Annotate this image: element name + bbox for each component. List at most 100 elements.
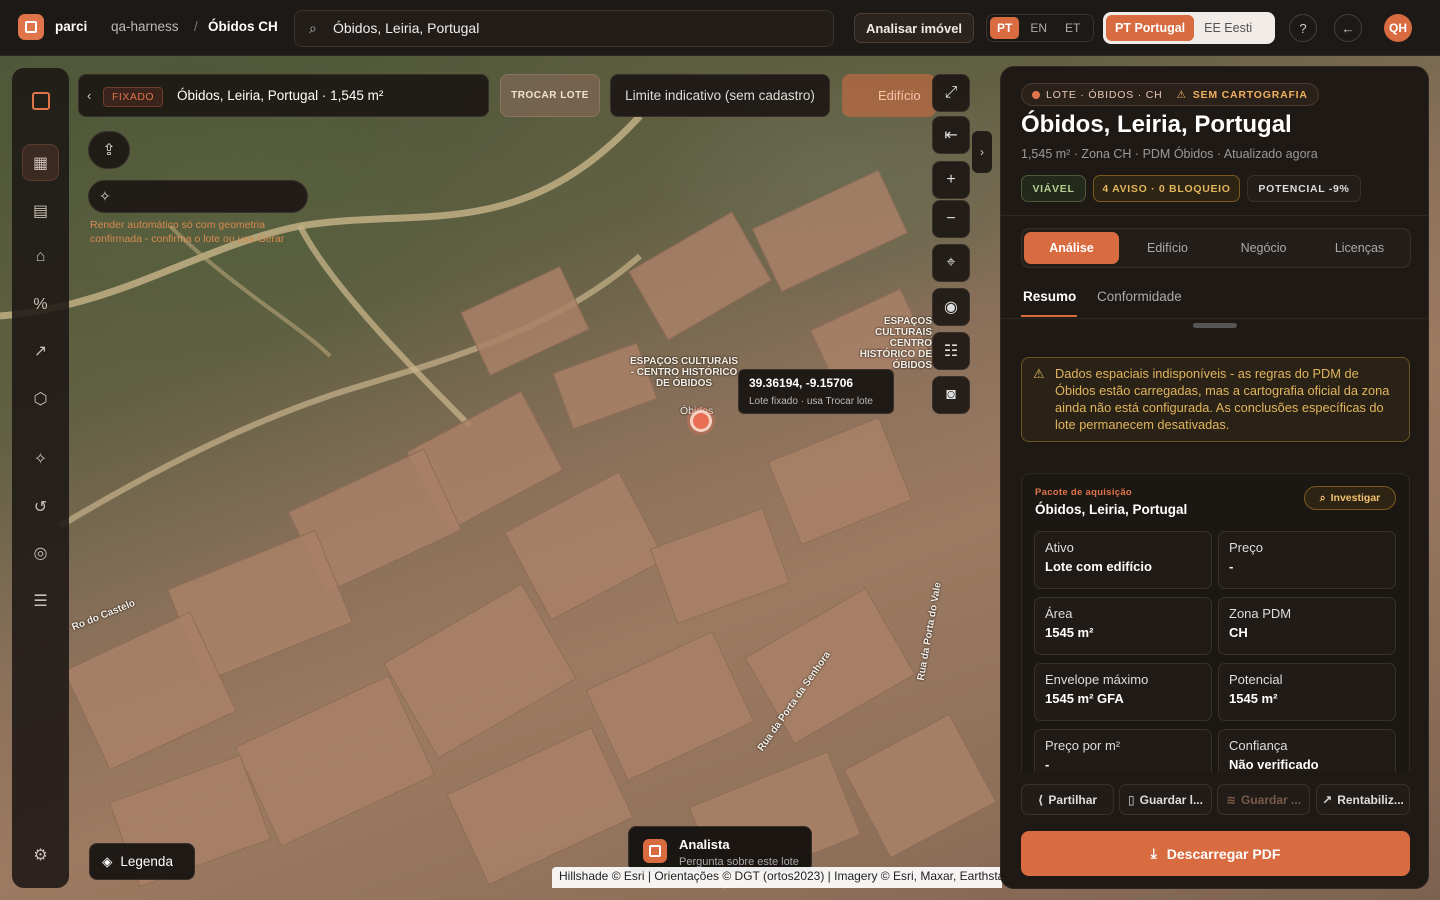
potential-chip: POTENCIAL -9% [1247,175,1361,202]
lot-marker[interactable] [690,410,712,432]
download-pdf-button[interactable]: ⤓ Descarregar PDF [1021,831,1410,876]
cell-ativo: Ativo Lote com edifício [1034,531,1212,589]
panel-title: Óbidos, Leiria, Portugal [1021,111,1292,138]
expand-panel-icon[interactable]: › [972,131,992,173]
investigate-button[interactable]: ⌕ Investigar [1304,486,1396,510]
region-portugal[interactable]: PT Portugal [1106,15,1195,41]
app-home-icon[interactable] [22,82,59,119]
pinned-lot-title: Óbidos, Leiria, Portugal · 1,545 m² [177,88,384,103]
status-dot-icon [1032,90,1040,99]
lot-badge: LOTE · ÓBIDOS · CH ⚠ SEM CARTOGRAFIA [1021,83,1319,106]
analytics-icon[interactable]: ▤ [22,192,59,229]
acquisition-package: Pacote de aquisição Óbidos, Leiria, Port… [1021,473,1410,793]
viable-chip: VIÁVEL [1021,175,1086,202]
search-icon: ⌕ [309,20,317,36]
auto-render-input[interactable]: ✧ [88,180,308,213]
compass-north-icon[interactable]: ◉ [932,288,970,326]
share-button[interactable]: ⟨ Partilhar [1021,784,1114,815]
share-icon: ⟨ [1037,792,1044,807]
building-button[interactable]: Edifício [842,74,936,117]
magic-wand-small-icon: ✧ [99,188,111,204]
cell-preco: Preço - [1218,531,1396,589]
warning-icon: ⚠ [1033,366,1045,381]
tab-negocio[interactable]: Negócio [1216,232,1311,264]
map-label-espacos-culturais: ESPAÇOS CULTURAIS - CENTRO HISTÓRICO DE … [630,356,738,389]
magic-wand-icon[interactable]: ✧ [22,440,59,477]
top-bar: parci qa-harness / Óbidos CH ⌕ Óbidos, L… [0,0,1440,56]
lang-pt[interactable]: PT [990,17,1020,39]
coordinates-tooltip: 39.36194, -9.15706 Lote fixado · usa Tro… [738,369,894,414]
screenshot-icon[interactable]: ◙ [932,376,970,414]
fullscreen-icon[interactable]: ⤢ [932,74,970,112]
settings-icon[interactable]: ⚙ [22,836,59,873]
cell-zona-pdm: Zona PDM CH [1218,597,1396,655]
warnings-chip[interactable]: 4 AVISO · 0 BLOQUEIO [1093,175,1240,202]
spatial-data-warning: ⚠ Dados espaciais indisponíveis - as reg… [1021,357,1410,442]
compass-icon[interactable]: ◎ [22,534,59,571]
language-switcher: PT EN ET [986,14,1094,42]
cube-icon[interactable]: ⬡ [22,380,59,417]
change-lot-button[interactable]: TROCAR LOTE [500,74,600,117]
avatar[interactable]: QH [1384,14,1412,42]
cell-potencial: Potencial 1545 m² [1218,663,1396,721]
region-eesti[interactable]: EE Eesti [1194,21,1262,35]
breadcrumb-project[interactable]: Óbidos CH [208,19,278,34]
download-icon: ⤓ [1150,845,1157,861]
ledger-icon[interactable]: ☰ [22,582,59,619]
save-lot-button[interactable]: ▯ Guardar l... [1119,784,1212,815]
search-input[interactable]: ⌕ Óbidos, Leiria, Portugal [294,10,834,47]
store-icon[interactable]: ⌂ [22,238,59,275]
download-pdf-label: Descarregar PDF [1166,845,1281,862]
subtab-resumo[interactable]: Resumo [1023,289,1076,304]
tab-edificio[interactable]: Edifício [1120,232,1215,264]
analyze-property-button[interactable]: Analisar imóvel [854,13,974,43]
subtab-conformidade[interactable]: Conformidade [1097,289,1182,304]
drag-handle[interactable] [1193,323,1237,328]
tab-licencas[interactable]: Licenças [1312,232,1407,264]
analyst-chat-button[interactable]: Analista Pergunta sobre este lote [628,826,812,872]
zoom-out-icon[interactable]: − [932,200,970,238]
zoom-in-icon[interactable]: + [932,161,970,199]
map-icon[interactable]: ▦ [22,144,59,181]
chevron-left-icon[interactable]: ‹ [87,88,91,103]
profitability-button[interactable]: ↗ Rentabiliz... [1316,784,1410,815]
indicative-limit-label[interactable]: Limite indicativo (sem cadastro) [610,74,830,117]
back-icon[interactable]: ← [1334,14,1362,42]
panel-subtitle: 1,545 m² · Zona CH · PDM Óbidos · Atuali… [1021,147,1318,161]
brand-name: parci [55,19,88,34]
analyst-icon [643,839,667,863]
package-label: Pacote de aquisição [1035,487,1133,498]
bookmark-icon: ▯ [1128,792,1135,807]
trend-small-icon: ↗ [1322,792,1333,807]
breadcrumb-separator: / [194,19,198,34]
main-tabs: Análise Edifício Negócio Licenças [1021,228,1411,268]
database-icon: ≋ [1225,792,1237,807]
help-icon[interactable]: ? [1289,14,1317,42]
cartography-badge-label: SEM CARTOGRAFIA [1192,88,1308,101]
layers-settings-icon[interactable]: ☷ [932,332,970,370]
parci-logo[interactable] [18,14,44,40]
locate-icon[interactable]: ⌖ [932,244,970,282]
save-disabled-button[interactable]: ≋ Guardar ... [1217,784,1310,815]
upload-icon[interactable]: ⇪ [88,131,130,169]
lang-en[interactable]: EN [1023,17,1054,39]
coordinates-value: 39.36194, -9.15706 [749,376,854,390]
legend-label: Legenda [120,854,173,869]
auto-render-hint: Render automático só com geometria confi… [90,219,285,245]
left-sidebar: ▦ ▤ ⌂ % ↗ ⬡ ✧ ↺ ◎ ☰ ⚙ [12,68,69,888]
tab-analise[interactable]: Análise [1024,232,1119,264]
percent-icon[interactable]: % [22,286,59,323]
map-attribution[interactable]: Hillshade © Esri | Orientações © DGT (or… [552,867,1002,888]
warning-small-icon: ⚠ [1176,88,1187,101]
cell-area: Área 1545 m² [1034,597,1212,655]
pinned-badge: FIXADO [103,87,164,107]
coordinates-subtitle: Lote fixado · usa Trocar lote [749,396,873,407]
history-icon[interactable]: ↺ [22,488,59,525]
lang-et[interactable]: ET [1058,17,1087,39]
cell-envelope: Envelope máximo 1545 m² GFA [1034,663,1212,721]
lot-badge-label: LOTE · ÓBIDOS · CH [1046,88,1163,101]
breadcrumb-workspace[interactable]: qa-harness [111,19,179,34]
trend-icon[interactable]: ↗ [22,332,59,369]
collapse-panel-icon[interactable]: ⇤ [932,116,970,154]
legend-button[interactable]: ◈ Legenda [89,843,195,880]
